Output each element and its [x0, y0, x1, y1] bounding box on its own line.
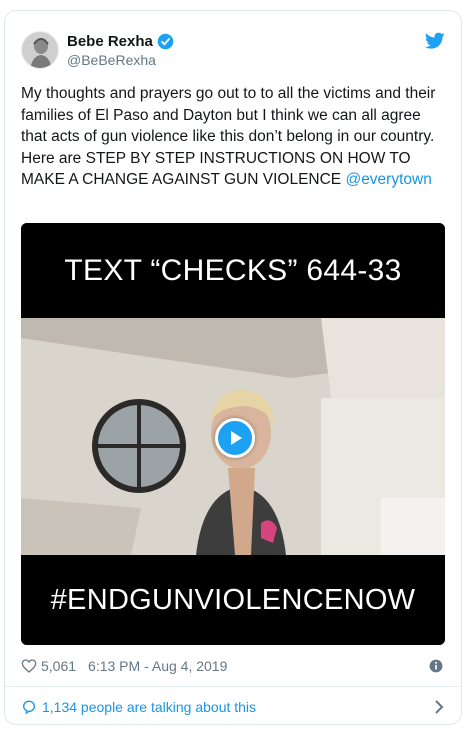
heart-outline-icon[interactable] [21, 658, 37, 674]
tweet-meta: 5,061 6:13 PM - Aug 4, 2019 [21, 656, 445, 676]
twitter-bird-icon[interactable] [425, 32, 445, 50]
play-button[interactable] [215, 418, 255, 458]
play-triangle-icon [231, 431, 242, 445]
speech-bubble-icon [22, 700, 36, 715]
tweet-text: My thoughts and prayers go out to to all… [21, 83, 449, 191]
video-caption-bottom: #ENDGUNVIOLENCENOW [21, 555, 445, 645]
name-row: Bebe Rexha [67, 33, 174, 50]
display-name[interactable]: Bebe Rexha [67, 33, 153, 50]
mention-link[interactable]: @everytown [345, 171, 431, 188]
info-circle-icon[interactable] [429, 659, 443, 673]
tweet-header: Bebe Rexha @BeBeRexha [21, 31, 445, 71]
divider [5, 686, 461, 687]
chevron-right-icon[interactable] [433, 700, 445, 714]
verified-badge-icon [157, 33, 174, 50]
video-player[interactable]: TEXT “CHECKS” 644-33 #ENDGUNVIOLENCENOW [21, 223, 445, 645]
conversation-link[interactable]: 1,134 people are talking about this [21, 696, 445, 718]
like-count[interactable]: 5,061 [41, 658, 76, 674]
tweet-card: Bebe Rexha @BeBeRexha My thoughts and pr… [4, 10, 462, 725]
timestamp[interactable]: 6:13 PM - Aug 4, 2019 [88, 658, 227, 674]
video-caption-top: TEXT “CHECKS” 644-33 [21, 223, 445, 318]
avatar[interactable] [21, 31, 59, 69]
conversation-text[interactable]: 1,134 people are talking about this [42, 699, 256, 715]
handle[interactable]: @BeBeRexha [67, 52, 156, 68]
